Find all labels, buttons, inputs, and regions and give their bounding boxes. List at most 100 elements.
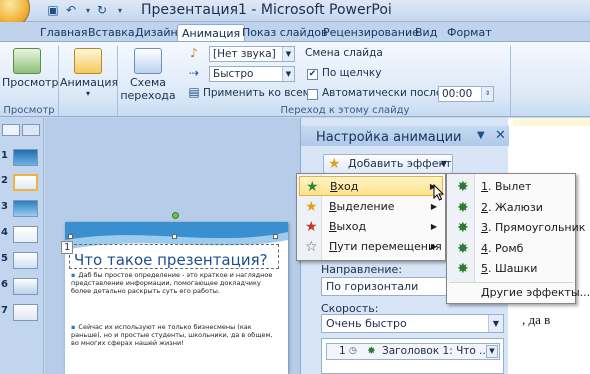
slide-thumbnail[interactable] — [13, 226, 38, 243]
apply-all-button[interactable]: Применить ко всем — [203, 87, 311, 99]
effect-item-checkerboard[interactable]: ✸ 5. Шашки — [449, 259, 573, 279]
auto-after-label: Автоматически после: — [322, 87, 446, 99]
slide-thumbnails-panel: 1 2 3 4 5 6 7 — [0, 118, 44, 374]
slides-tab-icon[interactable] — [2, 124, 20, 136]
title-bar: ▣ ↶ ▾ ↻ ▾ Презентация1 - Microsoft Power… — [0, 0, 590, 28]
menu-item-entrance[interactable]: ★ Вход ▶ — [299, 176, 443, 196]
slide-bullet-2: ▪ Сейчас их используют не только бизнесме… — [71, 323, 273, 347]
menu-item-emphasis[interactable]: ★ Выделение ▶ — [299, 197, 443, 217]
sound-value: [Нет звука] — [213, 48, 276, 60]
title-selection-box[interactable] — [69, 244, 279, 269]
tab-animation[interactable]: Анимация — [177, 24, 246, 42]
effect-item-box[interactable]: ✸ 3. Прямоугольник — [449, 218, 585, 238]
qat-customize-icon[interactable]: ▾ — [112, 3, 128, 18]
effect-star-icon: ✸ — [457, 200, 469, 216]
effect-item-fly-in[interactable]: ✸ 1. Вылет — [449, 177, 573, 197]
tab-design[interactable]: Дизайн — [131, 24, 182, 42]
effect-star-icon: ✸ — [457, 241, 469, 257]
entrance-submenu: ✸ 1. Вылет ✸ 2. Жалюзи ✸ 3. Прямоугольни… — [446, 173, 590, 304]
chevron-down-icon: ▼ — [282, 67, 294, 81]
window-title: Презентация1 - Microsoft PowerPoi — [141, 2, 392, 18]
strip-highlight — [513, 118, 590, 126]
slide-thumbnail[interactable] — [13, 200, 38, 217]
tab-format[interactable]: Формат — [443, 24, 496, 42]
entrance-star-icon: ★ — [306, 179, 319, 195]
direction-label: Направление: — [321, 263, 403, 276]
star-icon: ★ — [328, 156, 341, 172]
chevron-down-icon: ▼ — [282, 47, 294, 61]
emphasis-star-icon: ★ — [305, 199, 318, 215]
tab-view[interactable]: Вид — [411, 24, 441, 42]
redo-icon[interactable]: ↻ — [94, 3, 110, 18]
slide-thumbnail[interactable] — [13, 304, 38, 321]
auto-time-input[interactable]: 00:00 ⇕ — [438, 86, 494, 102]
speed-select[interactable]: Очень быстро ▼ — [321, 314, 504, 333]
thumb-number: 3 — [1, 201, 8, 212]
speed-select[interactable]: Быстро ▼ — [209, 66, 295, 82]
preview-icon — [13, 48, 41, 74]
effect-star-icon: ✸ — [457, 179, 469, 195]
slide-thumbnail[interactable] — [13, 252, 38, 269]
add-effect-button[interactable]: ★ Добавить эффект ▼ — [323, 154, 453, 174]
slide-bullet-1: ▪ Даб бы простое определение - это кратко… — [71, 271, 273, 295]
group-separator — [117, 46, 118, 116]
animation-list-item[interactable]: 1 ◷ ✸ Заголовок 1: Что ... ▼ — [326, 343, 500, 360]
thumb-number: 2 — [1, 175, 8, 186]
direction-value: По горизонтали — [326, 280, 419, 293]
speed-value: Быстро — [213, 68, 254, 80]
animation-order-tag: 1 — [61, 241, 74, 254]
transition-icon — [134, 48, 162, 74]
preview-group-label: Просмотр — [3, 105, 55, 116]
ribbon-tabs: Главная Вставка Дизайн Анимация Показ сл… — [0, 22, 590, 42]
scheme-label-1: Схема — [130, 76, 166, 89]
animation-icon — [74, 48, 102, 74]
transition-scheme-button[interactable]: Схема перехода — [120, 48, 176, 102]
resize-handle[interactable] — [172, 234, 177, 239]
sound-select[interactable]: [Нет звука] ▼ — [209, 46, 295, 62]
effect-item-blinds[interactable]: ✸ 2. Жалюзи — [449, 198, 573, 218]
resize-handle[interactable] — [273, 234, 278, 239]
more-effects-item[interactable]: Другие эффекты... — [449, 283, 590, 303]
menu-item-exit[interactable]: ★ Выход ▶ — [299, 217, 443, 237]
scheme-label-2: перехода — [120, 89, 176, 102]
slide-thumbnail[interactable] — [13, 149, 38, 166]
undo-icon[interactable]: ↶ — [63, 3, 79, 18]
rotation-handle[interactable] — [172, 212, 179, 219]
apply-all-icon: ▤ — [188, 85, 200, 99]
slide-thumbnail-selected[interactable] — [13, 174, 38, 191]
resize-handle[interactable] — [68, 234, 73, 239]
transition-group-label: Переход к этому слайду — [280, 105, 410, 116]
submenu-arrow-icon: ▶ — [430, 222, 437, 231]
ribbon: Просмотр Просмотр Анимация ▾ Схема перех… — [0, 41, 590, 117]
add-effect-label: Добавить эффект — [348, 157, 452, 170]
tab-slideshow[interactable]: Показ слайдов — [238, 24, 332, 42]
chevron-down-icon: ▼ — [488, 315, 503, 332]
spinner-icon[interactable]: ⇕ — [481, 87, 493, 101]
effect-item-diamond[interactable]: ✸ 4. Ромб — [449, 239, 573, 259]
tab-review[interactable]: Рецензирование — [319, 24, 423, 42]
auto-after-checkbox[interactable] — [307, 89, 318, 100]
effect-star-icon: ✸ — [457, 220, 469, 236]
strip-text: , да в — [522, 312, 551, 327]
slide-preview[interactable]: Что такое презентация? ▪ Даб бы простое о… — [65, 222, 288, 374]
on-click-checkbox[interactable]: ✔ — [307, 69, 318, 80]
chevron-down-icon: ▼ — [440, 159, 447, 168]
outline-tab-icon[interactable] — [22, 124, 40, 136]
chevron-down-icon[interactable]: ▼ — [486, 345, 498, 358]
animation-list[interactable]: 1 ◷ ✸ Заголовок 1: Что ... ▼ — [321, 338, 504, 374]
save-icon[interactable]: ▣ — [45, 3, 61, 18]
preview-button[interactable]: Просмотр — [2, 48, 58, 89]
menu-item-motion-paths[interactable]: ☆ Пути перемещения ▶ — [299, 237, 443, 257]
sound-icon: ♪ — [190, 46, 198, 60]
slide-thumbnail[interactable] — [13, 278, 38, 295]
mouse-cursor-icon — [433, 184, 445, 201]
item-number: 1 — [339, 345, 346, 357]
preview-label: Просмотр — [2, 76, 59, 89]
close-icon[interactable]: ✕ — [495, 128, 506, 143]
pane-options-icon[interactable]: ▼ — [477, 130, 485, 141]
animation-label: Анимация — [60, 76, 119, 89]
effect-star-icon: ✸ — [457, 261, 469, 277]
group-separator — [58, 46, 59, 116]
submenu-arrow-icon: ▶ — [430, 242, 437, 251]
animation-button[interactable]: Анимация ▾ — [60, 48, 119, 98]
